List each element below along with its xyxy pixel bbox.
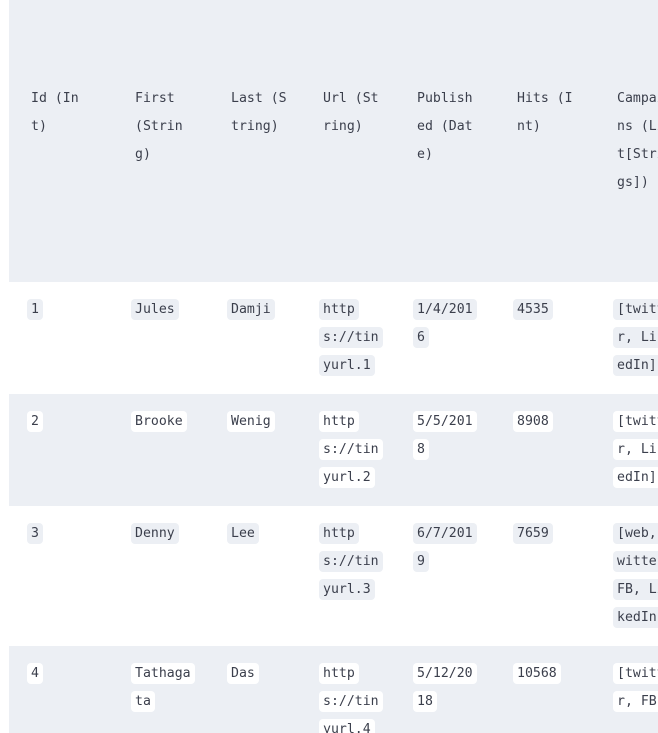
table-header-row: Id (Int) First (String) Last (String) Ur… xyxy=(9,0,658,282)
cell-campaigns: [web, twitter, FB, LinkedIn] xyxy=(607,506,658,646)
column-header-published[interactable]: Published (Date) xyxy=(409,0,507,282)
cell-last: Das xyxy=(219,646,311,733)
cell-url: https://tinyurl.2 xyxy=(311,394,409,506)
cell-campaigns: [twitter, FB] xyxy=(607,646,658,733)
table-row[interactable]: 1 Jules Damji https://tinyurl.1 1/4/2016… xyxy=(9,282,658,394)
column-header-campaigns[interactable]: Campaigns (List[Strings]) xyxy=(607,0,658,282)
column-header-hits[interactable]: Hits (Int) xyxy=(507,0,607,282)
column-header-last-label: Last (String) xyxy=(231,91,287,134)
table-viewport[interactable]: Id (Int) First (String) Last (String) Ur… xyxy=(0,0,658,733)
cell-id: 3 xyxy=(9,506,121,646)
cell-last: Damji xyxy=(219,282,311,394)
cell-hits: 4535 xyxy=(507,282,607,394)
cell-hits: 8908 xyxy=(507,394,607,506)
cell-hits: 7659 xyxy=(507,506,607,646)
cell-published: 5/12/2018 xyxy=(409,646,507,733)
cell-url: https://tinyurl.1 xyxy=(311,282,409,394)
cell-campaigns: [twitter, LinkedIn] xyxy=(607,394,658,506)
column-header-first[interactable]: First (String) xyxy=(121,0,219,282)
cell-published: 5/5/2018 xyxy=(409,394,507,506)
column-header-id-label: Id (Int) xyxy=(31,91,79,134)
column-header-first-label: First (String) xyxy=(135,91,183,162)
column-header-hits-label: Hits (Int) xyxy=(517,91,573,134)
cell-campaigns: [twitter, LinkedIn] xyxy=(607,282,658,394)
cell-hits: 10568 xyxy=(507,646,607,733)
cell-first: Brooke xyxy=(121,394,219,506)
column-header-url[interactable]: Url (String) xyxy=(311,0,409,282)
table-body: 1 Jules Damji https://tinyurl.1 1/4/2016… xyxy=(9,282,658,733)
cell-published: 1/4/2016 xyxy=(409,282,507,394)
cell-id: 4 xyxy=(9,646,121,733)
cell-id: 2 xyxy=(9,394,121,506)
table-row[interactable]: 2 Brooke Wenig https://tinyurl.2 5/5/201… xyxy=(9,394,658,506)
cell-url: https://tinyurl.4 xyxy=(311,646,409,733)
cell-last: Wenig xyxy=(219,394,311,506)
table-row[interactable]: 3 Denny Lee https://tinyurl.3 6/7/2019 7… xyxy=(9,506,658,646)
cell-last: Lee xyxy=(219,506,311,646)
table-row[interactable]: 4 Tathagata Das https://tinyurl.4 5/12/2… xyxy=(9,646,658,733)
cell-first: Denny xyxy=(121,506,219,646)
table-header: Id (Int) First (String) Last (String) Ur… xyxy=(9,0,658,282)
column-header-id[interactable]: Id (Int) xyxy=(9,0,121,282)
cell-first: Tathagata xyxy=(121,646,219,733)
data-table: Id (Int) First (String) Last (String) Ur… xyxy=(9,0,658,733)
cell-url: https://tinyurl.3 xyxy=(311,506,409,646)
column-header-published-label: Published (Date) xyxy=(417,91,473,162)
column-header-campaigns-label: Campaigns (List[Strings]) xyxy=(617,91,658,190)
column-header-url-label: Url (String) xyxy=(323,91,379,134)
cell-id: 1 xyxy=(9,282,121,394)
cell-published: 6/7/2019 xyxy=(409,506,507,646)
column-header-last[interactable]: Last (String) xyxy=(219,0,311,282)
cell-first: Jules xyxy=(121,282,219,394)
